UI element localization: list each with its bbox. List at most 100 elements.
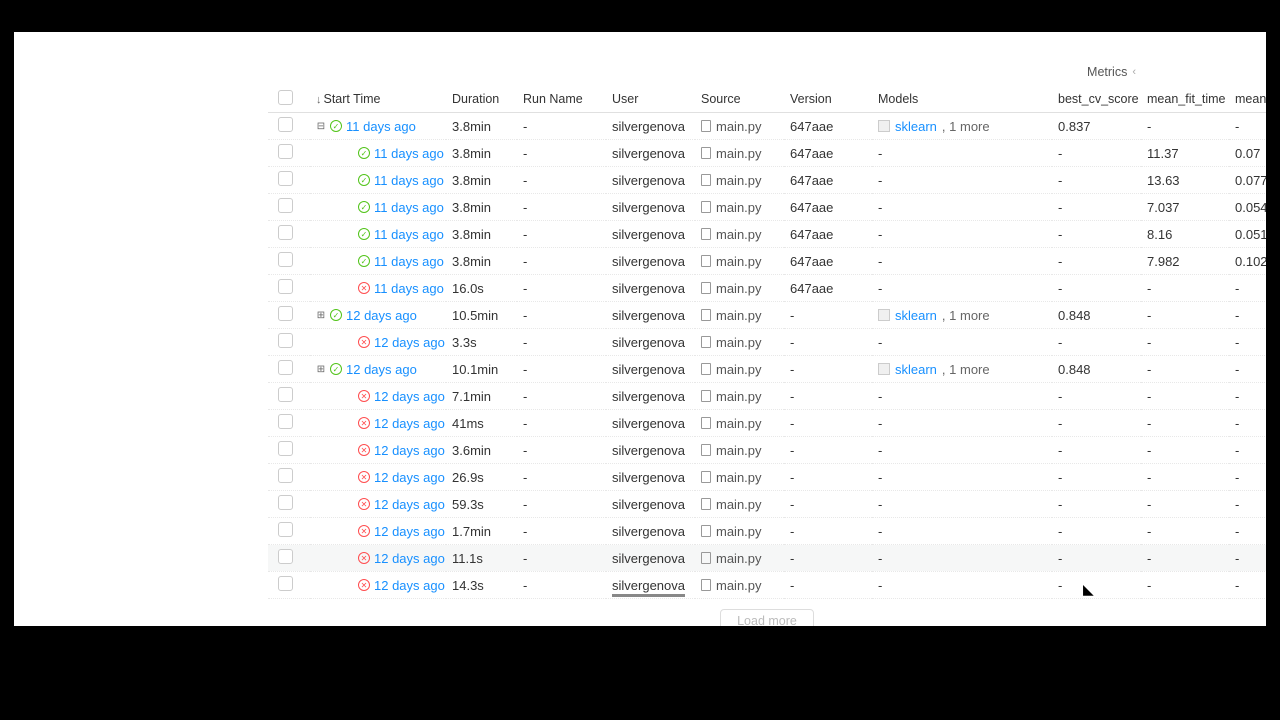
- row-checkbox[interactable]: [278, 144, 293, 159]
- model-link[interactable]: sklearn: [895, 308, 937, 323]
- row-checkbox[interactable]: [278, 360, 293, 375]
- expander-spacer: [344, 418, 354, 428]
- expander-spacer: [344, 148, 354, 158]
- start-time-link[interactable]: 12 days ago: [346, 362, 417, 377]
- start-time-link[interactable]: 12 days ago: [374, 524, 445, 539]
- source-label: main.py: [716, 497, 762, 512]
- row-checkbox[interactable]: [278, 441, 293, 456]
- row-checkbox[interactable]: [278, 495, 293, 510]
- source-label: main.py: [716, 200, 762, 215]
- table-row[interactable]: ✓11 days ago3.8min-silvergenovamain.py64…: [268, 221, 1266, 248]
- start-time-link[interactable]: 11 days ago: [374, 200, 444, 215]
- table-row[interactable]: ⊞✓12 days ago10.5min-silvergenovamain.py…: [268, 302, 1266, 329]
- table-row[interactable]: ✓11 days ago3.8min-silvergenovamain.py64…: [268, 167, 1266, 194]
- table-row[interactable]: ✓11 days ago3.8min-silvergenovamain.py64…: [268, 248, 1266, 275]
- start-time-link[interactable]: 11 days ago: [374, 173, 444, 188]
- metrics-tab[interactable]: Metrics ‹: [1087, 65, 1136, 79]
- start-time-link[interactable]: 12 days ago: [374, 389, 445, 404]
- collapse-icon[interactable]: ⊟: [316, 121, 326, 131]
- user-cell: silvergenova: [606, 113, 695, 140]
- row-checkbox[interactable]: [278, 117, 293, 132]
- col-mean-header[interactable]: mean: [1229, 86, 1266, 113]
- table-row[interactable]: ✕12 days ago26.9s-silvergenovamain.py---…: [268, 464, 1266, 491]
- row-checkbox[interactable]: [278, 522, 293, 537]
- table-row[interactable]: ✕12 days ago11.1s-silvergenovamain.py---…: [268, 545, 1266, 572]
- table-row[interactable]: ✓11 days ago3.8min-silvergenovamain.py64…: [268, 140, 1266, 167]
- col-best-cv-score-header[interactable]: best_cv_score: [1052, 86, 1141, 113]
- start-time-link[interactable]: 12 days ago: [374, 551, 445, 566]
- table-row[interactable]: ✕12 days ago41ms-silvergenovamain.py----…: [268, 410, 1266, 437]
- table-row[interactable]: ✕12 days ago14.3s-silvergenovamain.py---…: [268, 572, 1266, 599]
- col-source-header[interactable]: Source: [695, 86, 784, 113]
- table-row[interactable]: ✕12 days ago3.3s-silvergenovamain.py----…: [268, 329, 1266, 356]
- expand-icon[interactable]: ⊞: [316, 310, 326, 320]
- row-checkbox[interactable]: [278, 576, 293, 591]
- start-time-link[interactable]: 12 days ago: [374, 335, 445, 350]
- select-all-checkbox[interactable]: [278, 90, 293, 105]
- model-link[interactable]: sklearn: [895, 119, 937, 134]
- start-time-link[interactable]: 12 days ago: [374, 578, 445, 593]
- load-more-button[interactable]: Load more: [720, 609, 814, 626]
- models-cell: -: [872, 491, 1052, 518]
- start-time-link[interactable]: 12 days ago: [374, 443, 445, 458]
- expand-icon[interactable]: ⊞: [316, 364, 326, 374]
- col-mean-fit-time-header[interactable]: mean_fit_time: [1141, 86, 1229, 113]
- mean-fit-time-cell: -: [1141, 491, 1229, 518]
- col-run-name-header[interactable]: Run Name: [517, 86, 606, 113]
- file-icon: [701, 417, 711, 429]
- row-checkbox[interactable]: [278, 252, 293, 267]
- start-time-link[interactable]: 11 days ago: [374, 227, 444, 242]
- mean-cell: -: [1229, 437, 1266, 464]
- model-link[interactable]: sklearn: [895, 362, 937, 377]
- user-cell: silvergenova: [606, 329, 695, 356]
- col-start-time-header[interactable]: ↓Start Time: [310, 86, 446, 113]
- version-cell: 647aae: [784, 140, 872, 167]
- col-models-header[interactable]: Models: [872, 86, 1052, 113]
- duration-cell: 26.9s: [446, 464, 517, 491]
- row-checkbox[interactable]: [278, 387, 293, 402]
- start-time-link[interactable]: 12 days ago: [346, 308, 417, 323]
- row-checkbox[interactable]: [278, 171, 293, 186]
- start-time-link[interactable]: 11 days ago: [346, 119, 416, 134]
- run-name-cell: -: [517, 464, 606, 491]
- start-time-link[interactable]: 12 days ago: [374, 470, 445, 485]
- table-row[interactable]: ✓11 days ago3.8min-silvergenovamain.py64…: [268, 194, 1266, 221]
- status-fail-icon: ✕: [358, 498, 370, 510]
- start-time-link[interactable]: 12 days ago: [374, 497, 445, 512]
- table-row[interactable]: ✕12 days ago59.3s-silvergenovamain.py---…: [268, 491, 1266, 518]
- row-checkbox[interactable]: [278, 468, 293, 483]
- file-icon: [701, 147, 711, 159]
- row-checkbox[interactable]: [278, 306, 293, 321]
- table-row[interactable]: ✕11 days ago16.0s-silvergenovamain.py647…: [268, 275, 1266, 302]
- table-row[interactable]: ⊞✓12 days ago10.1min-silvergenovamain.py…: [268, 356, 1266, 383]
- expander-spacer: [344, 337, 354, 347]
- col-version-header[interactable]: Version: [784, 86, 872, 113]
- start-time-link[interactable]: 11 days ago: [374, 146, 444, 161]
- table-row[interactable]: ✕12 days ago7.1min-silvergenovamain.py--…: [268, 383, 1266, 410]
- models-cell: -: [872, 437, 1052, 464]
- source-label: main.py: [716, 146, 762, 161]
- best-cv-score-cell: 0.837: [1052, 113, 1141, 140]
- start-time-link[interactable]: 11 days ago: [374, 281, 444, 296]
- table-row[interactable]: ✕12 days ago3.6min-silvergenovamain.py--…: [268, 437, 1266, 464]
- duration-cell: 14.3s: [446, 572, 517, 599]
- source-label: main.py: [716, 335, 762, 350]
- row-checkbox[interactable]: [278, 279, 293, 294]
- models-cell: -: [872, 248, 1052, 275]
- table-row[interactable]: ✕12 days ago1.7min-silvergenovamain.py--…: [268, 518, 1266, 545]
- row-checkbox[interactable]: [278, 333, 293, 348]
- run-name-cell: -: [517, 140, 606, 167]
- duration-cell: 3.6min: [446, 437, 517, 464]
- start-time-link[interactable]: 12 days ago: [374, 416, 445, 431]
- status-fail-icon: ✕: [358, 525, 370, 537]
- col-checkbox-header[interactable]: [268, 86, 310, 113]
- row-checkbox[interactable]: [278, 198, 293, 213]
- row-checkbox[interactable]: [278, 549, 293, 564]
- row-checkbox[interactable]: [278, 225, 293, 240]
- row-checkbox[interactable]: [278, 414, 293, 429]
- table-row[interactable]: ⊟✓11 days ago3.8min-silvergenovamain.py6…: [268, 113, 1266, 140]
- status-success-icon: ✓: [330, 309, 342, 321]
- col-duration-header[interactable]: Duration: [446, 86, 517, 113]
- start-time-link[interactable]: 11 days ago: [374, 254, 444, 269]
- col-user-header[interactable]: User: [606, 86, 695, 113]
